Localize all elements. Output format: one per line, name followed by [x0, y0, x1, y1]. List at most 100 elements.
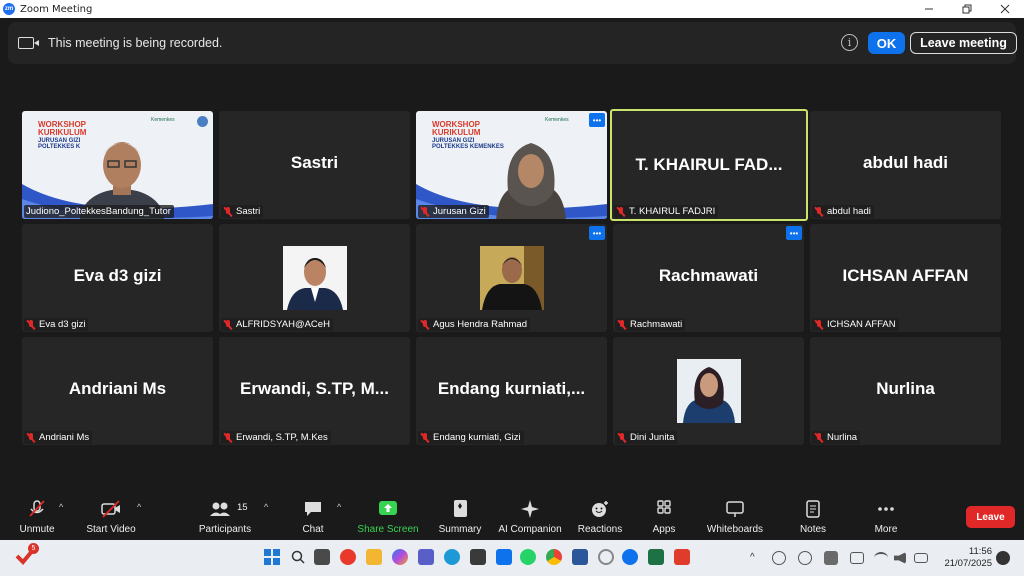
- info-icon[interactable]: i: [841, 34, 858, 51]
- excel-icon[interactable]: [648, 549, 664, 565]
- participant-name-label: abdul hadi: [812, 205, 874, 218]
- video-tile[interactable]: ALFRIDSYAH@ACeH: [219, 224, 410, 332]
- outlook-icon[interactable]: [496, 549, 512, 565]
- video-tile[interactable]: ICHSAN AFFAN ICHSAN AFFAN: [810, 224, 1001, 332]
- show-hidden-icons-button[interactable]: ^: [750, 552, 755, 563]
- clock[interactable]: 11:56 21/07/2025: [938, 546, 992, 570]
- mic-muted-icon: [420, 432, 429, 443]
- pdf-app-icon[interactable]: [674, 549, 690, 565]
- checklist-app-icon[interactable]: 5: [15, 543, 39, 566]
- pen-icon[interactable]: [824, 551, 838, 565]
- teams-icon[interactable]: [418, 549, 434, 565]
- search-icon: [291, 550, 305, 564]
- opera-browser-icon[interactable]: [340, 549, 356, 565]
- settings-app-icon[interactable]: [598, 549, 614, 565]
- windows-taskbar: 5 ^ 11:56 21/07/2025: [0, 540, 1024, 576]
- whatsapp-icon[interactable]: [520, 549, 536, 565]
- video-tile[interactable]: Erwandi, S.TP, M... Erwandi, S.TP, M.Kes: [219, 337, 410, 445]
- restore-button[interactable]: [948, 0, 986, 18]
- recording-message: This meeting is being recorded.: [48, 36, 223, 50]
- restore-icon: [962, 4, 972, 14]
- volume-muted-icon[interactable]: [894, 552, 906, 564]
- audio-options-caret[interactable]: ^: [59, 502, 63, 512]
- participants-options-caret[interactable]: ^: [264, 502, 268, 512]
- leave-button[interactable]: Leave: [966, 506, 1015, 528]
- active-speaker-tile[interactable]: T. KHAIRUL FAD... T. KHAIRUL FADJRI: [610, 109, 808, 221]
- notes-button[interactable]: Notes: [773, 494, 853, 540]
- notification-bell-icon[interactable]: [996, 551, 1010, 565]
- more-options-button[interactable]: •••: [589, 226, 605, 240]
- ok-button[interactable]: OK: [868, 32, 905, 54]
- more-options-button[interactable]: •••: [786, 226, 802, 240]
- chrome-browser-icon[interactable]: [546, 549, 562, 565]
- slide-subtitle: JURUSAN GIZI POLTEKKES K: [38, 138, 81, 150]
- video-tile[interactable]: Dini Junita: [613, 337, 804, 445]
- copilot-icon[interactable]: [392, 549, 408, 565]
- participants-button[interactable]: 15 Participants: [185, 494, 265, 540]
- close-window-button[interactable]: [986, 0, 1024, 18]
- start-button[interactable]: [264, 549, 280, 565]
- mic-muted-icon: [223, 319, 232, 330]
- whiteboards-button[interactable]: Whiteboards: [695, 494, 775, 540]
- institution-logo-icon: [197, 116, 208, 127]
- battery-icon[interactable]: [914, 553, 928, 563]
- mic-muted-icon: [26, 432, 35, 443]
- more-button[interactable]: More: [846, 494, 926, 540]
- notes-icon: [806, 500, 820, 518]
- video-tile[interactable]: Rachmawati ••• Rachmawati: [613, 224, 804, 332]
- chat-options-caret[interactable]: ^: [337, 502, 341, 512]
- video-tile[interactable]: Sastri Sastri: [219, 111, 410, 219]
- search-button[interactable]: [290, 549, 306, 565]
- share-screen-button[interactable]: Share Screen: [348, 494, 428, 540]
- more-dots-icon: [878, 507, 894, 511]
- mic-muted-icon: [26, 319, 35, 330]
- participant-display-name: Rachmawati: [658, 266, 759, 285]
- word-icon[interactable]: [572, 549, 588, 565]
- summary-button[interactable]: Summary: [420, 494, 500, 540]
- video-tile[interactable]: Nurlina Nurlina: [810, 337, 1001, 445]
- leave-meeting-button[interactable]: Leave meeting: [910, 32, 1017, 54]
- video-options-caret[interactable]: ^: [137, 502, 141, 512]
- more-options-button[interactable]: •••: [589, 113, 605, 127]
- wifi-icon[interactable]: [874, 552, 888, 564]
- video-tile[interactable]: WORKSHOP KURIKULUM JURUSAN GIZI POLTEKKES …: [416, 111, 607, 219]
- mic-muted-icon: [420, 206, 429, 217]
- participant-display-name: Sastri: [290, 153, 339, 172]
- slide-title: WORKSHOP KURIKULUM: [432, 120, 481, 137]
- video-tile[interactable]: Eva d3 gizi Eva d3 gizi: [22, 224, 213, 332]
- summary-icon: [454, 500, 467, 517]
- participant-display-name: ICHSAN AFFAN: [842, 266, 969, 285]
- mic-muted-icon: [617, 319, 626, 330]
- cloud-icon[interactable]: [798, 551, 812, 565]
- file-explorer-icon[interactable]: [366, 549, 382, 565]
- chat-button[interactable]: Chat: [273, 494, 353, 540]
- tray-app-icon[interactable]: [772, 551, 786, 565]
- chat-icon: [305, 502, 321, 516]
- task-view-icon[interactable]: [314, 549, 330, 565]
- share-screen-icon: [379, 501, 397, 515]
- participant-name-label: Judiono_PoltekkesBandung_Tutor: [24, 205, 174, 218]
- edge-browser-icon[interactable]: [444, 549, 460, 565]
- kemenkes-logo: Kemenkes: [151, 117, 175, 123]
- minimize-button[interactable]: [910, 0, 948, 18]
- video-tile[interactable]: ••• Agus Hendra Rahmad: [416, 224, 607, 332]
- mic-muted-icon: [223, 206, 232, 217]
- store-icon[interactable]: [470, 549, 486, 565]
- zoom-app-icon[interactable]: [622, 549, 638, 565]
- video-tile[interactable]: Endang kurniati,... Endang kurniati, Giz…: [416, 337, 607, 445]
- ai-companion-button[interactable]: AI Companion: [490, 494, 570, 540]
- recording-camera-icon: [18, 37, 39, 49]
- mic-muted-icon: [814, 206, 823, 217]
- unmute-button[interactable]: Unmute: [0, 494, 77, 540]
- participant-name-label: Rachmawati: [615, 318, 686, 331]
- video-tile[interactable]: Andriani Ms Andriani Ms: [22, 337, 213, 445]
- start-video-button[interactable]: Start Video: [71, 494, 151, 540]
- participant-display-name: T. KHAIRUL FAD...: [635, 155, 783, 174]
- sparkle-icon: [521, 500, 539, 518]
- participant-name-label: T. KHAIRUL FADJRI: [614, 205, 719, 218]
- video-tile[interactable]: WORKSHOP KURIKULUM JURUSAN GIZI POLTEKKES …: [22, 111, 213, 219]
- video-tile[interactable]: abdul hadi abdul hadi: [810, 111, 1001, 219]
- keyboard-icon[interactable]: [850, 552, 864, 564]
- apps-button[interactable]: Apps: [624, 494, 704, 540]
- participant-name-label: Dini Junita: [615, 431, 678, 444]
